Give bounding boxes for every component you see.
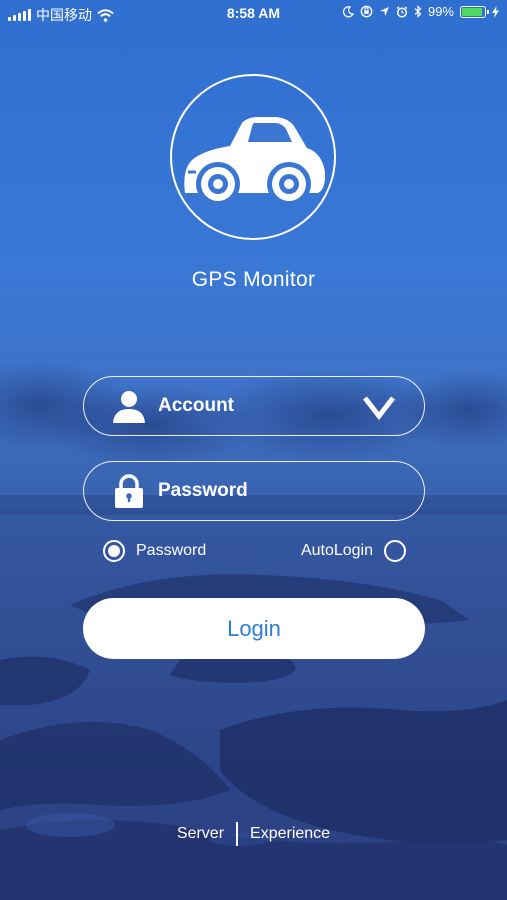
server-link[interactable]: Server xyxy=(177,825,224,843)
remember-password-label: Password xyxy=(136,542,207,559)
charging-icon xyxy=(492,5,499,18)
auto-login-option[interactable]: AutoLogin xyxy=(301,540,406,562)
footer-links: Server Experience xyxy=(0,822,507,846)
location-icon xyxy=(379,7,389,16)
password-field[interactable]: Password xyxy=(83,461,425,521)
lock-icon xyxy=(115,474,143,508)
moon-icon xyxy=(342,5,354,17)
bluetooth-icon xyxy=(414,5,422,18)
app-title: GPS Monitor xyxy=(191,268,316,291)
app-logo xyxy=(170,74,336,240)
lock-rotation-icon xyxy=(360,5,373,18)
remember-password-option[interactable]: Password xyxy=(103,540,206,562)
experience-link[interactable]: Experience xyxy=(250,825,330,843)
alarm-icon xyxy=(396,5,408,18)
auto-login-radio[interactable] xyxy=(384,540,406,562)
chevron-down-icon[interactable] xyxy=(362,394,396,420)
status-bar-right: 99% xyxy=(342,4,499,19)
account-label: Account xyxy=(158,395,234,416)
remember-password-radio[interactable] xyxy=(103,540,125,562)
password-label: Password xyxy=(158,480,248,501)
login-button[interactable]: Login xyxy=(83,598,425,659)
user-icon xyxy=(113,391,145,423)
footer-divider xyxy=(236,822,239,846)
car-icon xyxy=(184,117,326,206)
status-bar: 中国移动 8:58 AM 99% xyxy=(0,0,507,28)
account-field[interactable]: Account xyxy=(83,376,425,436)
battery-icon xyxy=(460,5,489,18)
auto-login-label: AutoLogin xyxy=(300,542,373,559)
battery-percent: 99% xyxy=(427,4,454,19)
